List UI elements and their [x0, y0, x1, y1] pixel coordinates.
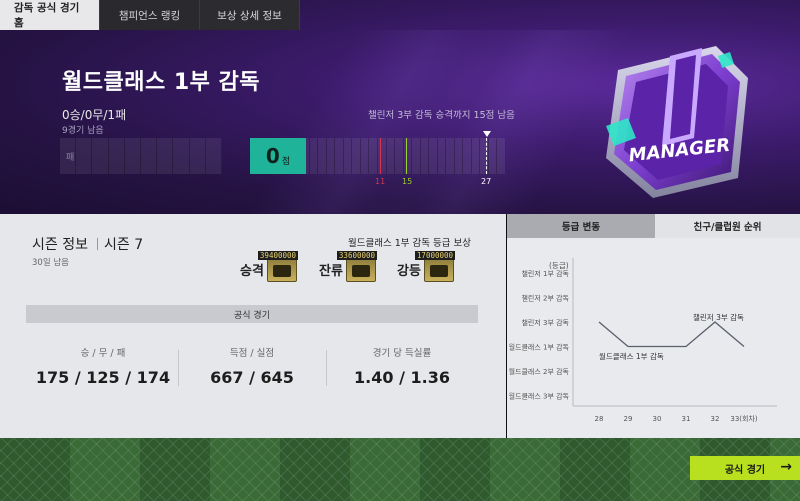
tab-manager-home[interactable]: 감독 공식 경기 홈 [0, 0, 100, 30]
marker-label-15: 15 [402, 177, 413, 186]
reward-name: 잔류 [319, 263, 343, 279]
reward-name: 강등 [397, 263, 421, 279]
x-tick-label: 33(회차) [730, 414, 758, 423]
stat-label: 승 / 무 / 패 [80, 348, 126, 359]
rank-series-line [598, 321, 745, 348]
stat-ratio: 경기 당 득실률 1.40 / 1.36 [327, 345, 477, 387]
days-left: 30일 남음 [32, 258, 69, 268]
reward-title: 월드클래스 1부 감독 등급 보상 [348, 238, 472, 249]
season-divider [97, 238, 98, 250]
marker-line-promotion [486, 138, 487, 174]
arrow-right-icon: → [780, 459, 792, 475]
marker-label-27: 27 [481, 177, 492, 186]
marker-line-stay [406, 138, 407, 174]
marker-label-11: 11 [375, 177, 386, 186]
y-tick-label: 챌린저 3부 감독 [521, 318, 569, 327]
reward-amount: 39400000 [257, 251, 299, 260]
y-tick-label: 챌린저 1부 감독 [521, 269, 569, 278]
x-tick-label: 30 [653, 415, 662, 423]
tab-rank-change[interactable]: 등급 변동 [507, 214, 655, 238]
x-tick-label: 28 [595, 415, 604, 423]
stat-wdl: 승 / 무 / 패 175 / 125 / 174 [28, 345, 178, 387]
result-track: 패 [60, 138, 223, 174]
reward-amount: 33600000 [336, 251, 378, 260]
y-tick-label: 월드클래스 1부 감독 [509, 343, 570, 352]
season-value: 시즌 7 [104, 237, 144, 253]
official-match-header: 공식 경기 [26, 305, 478, 323]
stat-value: 1.40 / 1.36 [354, 368, 450, 387]
promotion-note: 챌린저 3부 감독 승격까지 15점 남음 [368, 110, 515, 121]
season-info-label: 시즌 정보 [32, 237, 88, 253]
reward-relegation: 강등 17000000 [397, 251, 456, 282]
annotation-worldclass: 월드클래스 1부 감독 [599, 351, 664, 361]
division-title: 월드클래스 1부 감독 [62, 70, 261, 95]
promotion-pointer-icon [483, 131, 491, 137]
reward-name: 승격 [240, 263, 264, 279]
games-left: 9경기 남음 [62, 126, 104, 136]
score-unit: 점 [281, 156, 291, 167]
score-box: 0 점 [250, 138, 306, 174]
tab-reward-details[interactable]: 보상 상세 정보 [200, 0, 300, 30]
coin-icon: 17000000 [414, 251, 456, 282]
rank-chart: (등급) 챌린저 1부 감독챌린저 2부 감독챌린저 3부 감독월드클래스 1부… [509, 258, 777, 423]
marker-line-relegation [380, 138, 381, 174]
stat-value: 175 / 125 / 174 [35, 368, 171, 387]
loss-label: 패 [66, 153, 75, 163]
stat-label: 경기 당 득실률 [372, 348, 432, 359]
manager-badge-icon: MANAGER [606, 46, 748, 198]
y-tick-label: 월드클래스 2부 감독 [509, 367, 570, 376]
stat-goals: 득점 / 실점 667 / 645 [177, 345, 327, 387]
y-tick-label: 월드클래스 3부 감독 [509, 392, 570, 401]
y-unit-label: (등급) [549, 261, 569, 270]
reward-amount: 17000000 [414, 251, 456, 260]
pitch-background [0, 438, 800, 501]
reward-stay: 잔류 33600000 [319, 251, 378, 282]
play-official-match-button[interactable]: 공식 경기 → [690, 456, 800, 480]
play-button-label: 공식 경기 [724, 464, 766, 476]
season-record: 0승/0무/1패 [62, 108, 127, 122]
tab-friend-ranking[interactable]: 친구/클럽원 순위 [655, 214, 800, 238]
x-tick-label: 31 [682, 415, 691, 423]
annotation-challenger: 챌린저 3부 감독 [693, 312, 744, 322]
stat-value: 667 / 645 [210, 368, 294, 387]
tab-champions-ranking[interactable]: 챔피언스 랭킹 [100, 0, 200, 30]
x-tick-label: 29 [624, 415, 633, 423]
y-tick-label: 챌린저 2부 감독 [521, 294, 569, 303]
x-tick-label: 32 [711, 415, 720, 423]
reward-promotion: 승격 39400000 [240, 251, 299, 282]
score-value: 0 [265, 144, 280, 168]
coin-icon: 39400000 [257, 251, 299, 282]
stat-label: 득점 / 실점 [229, 348, 275, 359]
top-tabs: 감독 공식 경기 홈 챔피언스 랭킹 보상 상세 정보 [0, 0, 300, 30]
coin-icon: 33600000 [336, 251, 378, 282]
